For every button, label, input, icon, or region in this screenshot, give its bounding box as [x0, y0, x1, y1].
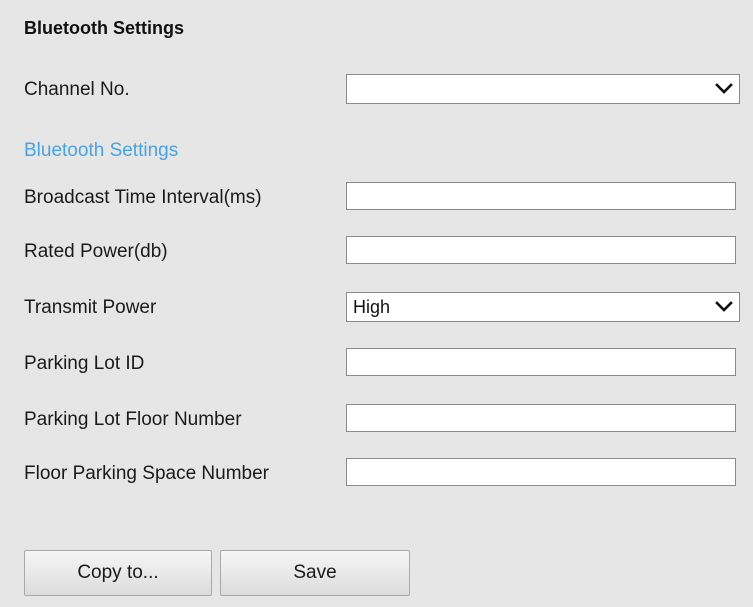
chevron-down-icon	[715, 301, 733, 312]
channel-no-select[interactable]	[346, 74, 740, 104]
transmit-power-row: Transmit Power High	[0, 292, 753, 328]
save-button[interactable]: Save	[220, 550, 410, 596]
rated-power-input[interactable]	[346, 236, 736, 264]
broadcast-interval-input[interactable]	[346, 182, 736, 210]
broadcast-interval-label: Broadcast Time Interval(ms)	[24, 187, 262, 208]
parking-lot-floor-input[interactable]	[346, 404, 736, 432]
parking-lot-id-label: Parking Lot ID	[24, 353, 145, 374]
parking-lot-id-row: Parking Lot ID	[0, 348, 753, 384]
broadcast-interval-row: Broadcast Time Interval(ms)	[0, 182, 753, 218]
parking-lot-floor-label: Parking Lot Floor Number	[24, 409, 242, 430]
parking-lot-floor-row: Parking Lot Floor Number	[0, 404, 753, 440]
parking-lot-id-input[interactable]	[346, 348, 736, 376]
transmit-power-label: Transmit Power	[24, 297, 157, 318]
rated-power-row: Rated Power(db)	[0, 236, 753, 272]
channel-no-label: Channel No.	[24, 79, 130, 100]
rated-power-label: Rated Power(db)	[24, 241, 168, 262]
floor-space-number-label: Floor Parking Space Number	[24, 463, 269, 484]
floor-space-number-input[interactable]	[346, 458, 736, 486]
section-title: Bluetooth Settings	[24, 140, 179, 161]
page-title: Bluetooth Settings	[24, 18, 184, 38]
transmit-power-select[interactable]: High	[346, 292, 740, 322]
channel-no-row: Channel No.	[0, 74, 753, 110]
transmit-power-value: High	[353, 297, 391, 317]
copy-to-button[interactable]: Copy to...	[24, 550, 212, 596]
bluetooth-settings-panel: Bluetooth Settings Channel No. Bluetooth…	[0, 0, 753, 607]
chevron-down-icon	[715, 83, 733, 94]
floor-space-number-row: Floor Parking Space Number	[0, 458, 753, 494]
